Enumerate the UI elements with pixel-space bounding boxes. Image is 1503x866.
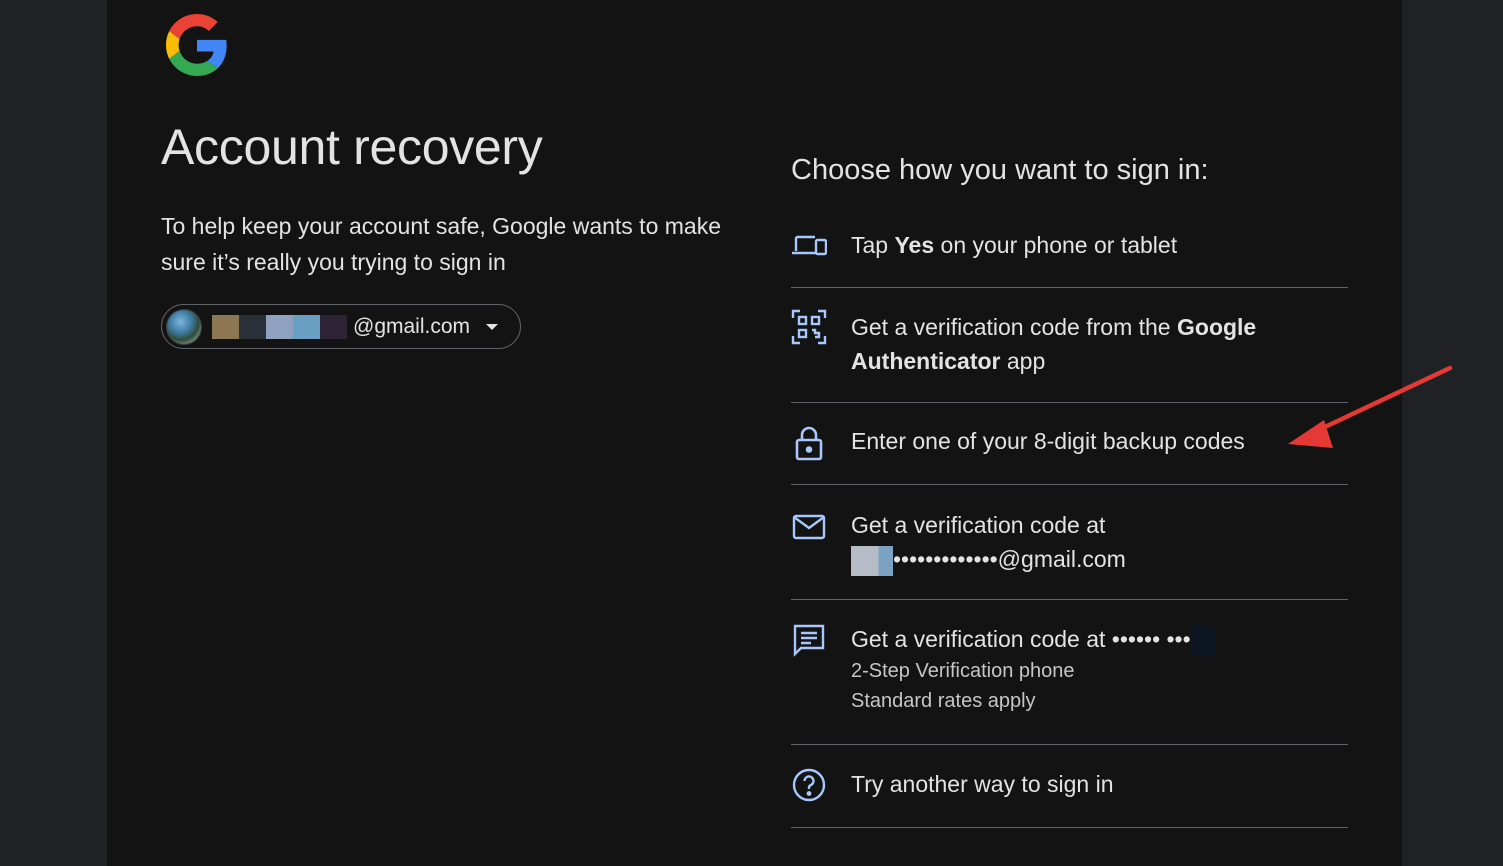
option-sms-code-label: Get a verification code at •••••• ••• 2-… [851,622,1348,716]
account-chooser-chip[interactable]: @gmail.com [161,304,521,349]
left-margin [0,0,107,866]
option-sms-code[interactable]: Get a verification code at •••••• ••• 2-… [791,600,1348,745]
option-try-another-label: Try another way to sign in [851,771,1114,797]
redacted-email-mask [212,314,347,339]
sms-sub-2: Standard rates apply [851,690,1036,712]
devices-icon [792,235,827,256]
recovery-card: Account recovery To help keep your accou… [107,0,1402,866]
choose-heading: Choose how you want to sign in: [791,154,1209,186]
option-email-code-label: Get a verification code at •••••••••••••… [851,508,1348,576]
help-icon [792,768,826,802]
option-tap-yes-label: Tap Yes on your phone or tablet [851,232,1178,258]
option-authenticator[interactable]: Get a verification code from the Google … [791,288,1348,403]
lock-icon [795,426,823,461]
account-email: @gmail.com [353,314,471,338]
option-backup-codes-label: Enter one of your 8-digit backup codes [851,428,1245,454]
google-g-logo [166,14,227,76]
mail-icon [792,514,826,540]
page-title: Account recovery [161,119,543,175]
option-authenticator-label: Get a verification code from the Google … [851,314,1257,374]
option-try-another[interactable]: Try another way to sign in [791,745,1348,828]
qr-code-icon [791,309,827,345]
option-email-code[interactable]: Get a verification code at •••••••••••••… [791,485,1348,600]
annotation-arrow [1288,365,1453,448]
sms-sub-1: 2-Step Verification phone [851,660,1075,682]
redacted-email-mask [851,545,893,576]
chevron-down-icon [486,323,499,330]
avatar [166,308,202,345]
redacted-phone-mask [1190,625,1215,656]
option-backup-codes[interactable]: Enter one of your 8-digit backup codes [791,403,1348,485]
message-icon [793,624,825,657]
option-tap-yes[interactable]: Tap Yes on your phone or tablet [791,205,1348,288]
page-subtitle: To help keep your account safe, Google w… [161,213,721,275]
